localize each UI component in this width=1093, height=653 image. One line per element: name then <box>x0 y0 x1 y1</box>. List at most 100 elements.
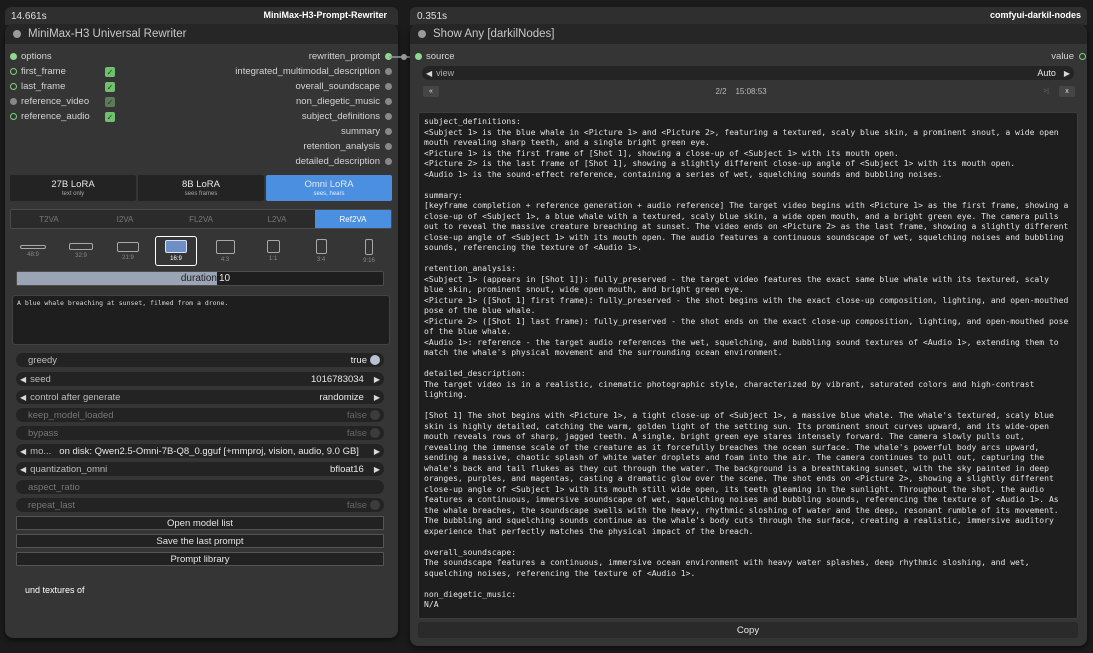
output-port-icon[interactable] <box>385 113 392 120</box>
increment-arrow-icon[interactable]: ▶ <box>374 465 380 474</box>
input-reference-audio[interactable]: reference_audio <box>10 109 90 124</box>
rewriter-timer: 14.661s <box>11 11 47 22</box>
widget-name: repeat_last <box>28 499 76 511</box>
show-any-titlebar[interactable]: Show Any [darkilNodes] <box>410 24 1087 44</box>
timestamp: 15:08:53 <box>735 86 767 96</box>
quantization-omni-combo[interactable]: ◀ quantization_omni bfloat16 ▶ <box>16 462 384 476</box>
rewriter-title: MiniMax-H3 Universal Rewriter <box>28 28 187 40</box>
increment-arrow-icon[interactable]: ▶ <box>374 375 380 384</box>
increment-arrow-icon[interactable]: ▶ <box>374 393 380 402</box>
input-label: first_frame <box>21 66 66 77</box>
close-button[interactable]: x <box>1059 85 1075 97</box>
output-non-diegetic-music[interactable]: non_diegetic_music <box>296 94 392 109</box>
output-integrated-multimodal[interactable]: integrated_multimodal_description <box>235 64 392 79</box>
collapse-dot-icon[interactable] <box>13 30 21 38</box>
input-port-icon[interactable] <box>10 83 17 90</box>
output-subject-definitions[interactable]: subject_definitions <box>302 109 392 124</box>
aspect-32-9[interactable]: 32:9 <box>60 236 102 266</box>
mode-l2va[interactable]: L2VA <box>239 210 315 228</box>
decrement-arrow-icon[interactable]: ◀ <box>20 465 26 474</box>
tab-omni-lora[interactable]: Omni LoRA sees, hears <box>266 175 392 201</box>
output-port-icon[interactable] <box>385 83 392 90</box>
input-last-frame[interactable]: last_frame <box>10 79 65 94</box>
aspect-label: 32:9 <box>75 253 87 259</box>
output-retention-analysis[interactable]: retention_analysis <box>303 139 392 154</box>
increment-arrow-icon[interactable]: ▶ <box>374 447 380 456</box>
aspect-4-3[interactable]: 4:3 <box>204 236 246 266</box>
aspect-label: 4:3 <box>220 256 230 263</box>
reference-audio-checkbox[interactable]: ✓ <box>105 112 115 122</box>
input-first-frame[interactable]: first_frame <box>10 64 66 79</box>
keep-model-loaded-toggle[interactable]: keep_model_loaded false <box>16 408 384 422</box>
widget-name: keep_model_loaded <box>28 409 114 421</box>
decrement-arrow-icon[interactable]: ◀ <box>20 447 26 456</box>
input-port-icon[interactable] <box>10 68 17 75</box>
toggle-off-icon <box>370 500 380 510</box>
prev-button[interactable]: « <box>423 85 439 97</box>
aspect-9-16[interactable]: 9:16 <box>348 236 390 266</box>
output-port-icon[interactable] <box>1079 53 1086 60</box>
view-combo[interactable]: ◀ view Auto ▶ <box>422 66 1074 80</box>
save-last-prompt-button[interactable]: Save the last prompt <box>16 534 384 548</box>
output-port-icon[interactable] <box>385 68 392 75</box>
output-detailed-description[interactable]: detailed_description <box>295 154 392 169</box>
tab-sublabel: text only <box>61 191 85 197</box>
output-label: non_diegetic_music <box>296 96 380 107</box>
aspect-3-4[interactable]: 3:4 <box>300 236 342 266</box>
last-button[interactable]: >| <box>1043 88 1049 95</box>
input-port-icon[interactable] <box>415 53 422 60</box>
repeat-last-toggle[interactable]: repeat_last false <box>16 498 384 512</box>
prompt-library-button[interactable]: Prompt library <box>16 552 384 566</box>
duration-slider[interactable]: duration 10 <box>16 271 384 286</box>
rewriter-titlebar[interactable]: MiniMax-H3 Universal Rewriter <box>5 24 398 44</box>
open-model-list-button[interactable]: Open model list <box>16 516 384 530</box>
decrement-arrow-icon[interactable]: ◀ <box>20 375 26 384</box>
mode-ref2va[interactable]: Ref2VA <box>315 210 391 228</box>
last-frame-checkbox[interactable]: ✓ <box>105 82 115 92</box>
output-overall-soundscape[interactable]: overall_soundscape <box>295 79 392 94</box>
output-value[interactable]: value <box>1051 49 1086 64</box>
toggle-off-icon <box>370 410 380 420</box>
output-port-icon[interactable] <box>385 143 392 150</box>
input-port-icon[interactable] <box>10 98 17 105</box>
mode-t2va[interactable]: T2VA <box>11 210 87 228</box>
mode-i2va[interactable]: I2VA <box>87 210 163 228</box>
bypass-toggle[interactable]: bypass false <box>16 426 384 440</box>
input-options[interactable]: options <box>10 49 52 64</box>
input-reference-video[interactable]: reference_video <box>10 94 89 109</box>
aspect-48-9[interactable]: 48:9 <box>12 236 54 266</box>
prompt-textarea[interactable]: A blue whale breaching at sunset, filmed… <box>12 295 390 345</box>
aspect-1-1[interactable]: 1:1 <box>252 236 294 266</box>
collapse-dot-icon[interactable] <box>418 30 426 38</box>
output-port-icon[interactable] <box>385 128 392 135</box>
aspect-ratio-field[interactable]: aspect_ratio <box>16 480 384 494</box>
output-port-icon[interactable] <box>385 158 392 165</box>
output-port-icon[interactable] <box>385 98 392 105</box>
first-frame-checkbox[interactable]: ✓ <box>105 67 115 77</box>
widget-value: 1016783034 <box>311 373 364 385</box>
tab-27b-lora[interactable]: 27B LoRA text only <box>10 175 136 201</box>
input-source[interactable]: source <box>415 49 455 64</box>
control-after-generate-combo[interactable]: ◀ control after generate randomize ▶ <box>16 390 384 404</box>
reference-video-checkbox[interactable]: ✓ <box>105 97 115 107</box>
duration-label: duration <box>180 273 217 284</box>
copy-button[interactable]: Copy <box>418 622 1078 638</box>
input-port-icon[interactable] <box>10 53 17 60</box>
greedy-toggle[interactable]: greedy true <box>16 353 384 367</box>
output-summary[interactable]: summary <box>341 124 392 139</box>
aspect-label: 48:9 <box>27 251 39 258</box>
input-port-icon[interactable] <box>10 113 17 120</box>
widget-name: seed <box>30 373 51 385</box>
seed-field[interactable]: ◀ seed 1016783034 ▶ <box>16 372 384 386</box>
aspect-21-9[interactable]: 21:9 <box>107 236 149 266</box>
increment-arrow-icon[interactable]: ▶ <box>1064 69 1070 78</box>
aspect-16-9[interactable]: 16:9 <box>155 236 197 266</box>
decrement-arrow-icon[interactable]: ◀ <box>426 69 432 78</box>
output-label: summary <box>340 126 380 137</box>
output-display[interactable]: subject_definitions: <Subject 1> is the … <box>418 112 1078 619</box>
model-combo[interactable]: ◀ mo... on disk: Qwen2.5-Omni-7B-Q8_0.gg… <box>16 444 384 458</box>
mode-fl2va[interactable]: FL2VA <box>163 210 239 228</box>
tab-8b-lora[interactable]: 8B LoRA sees frames <box>138 175 264 201</box>
decrement-arrow-icon[interactable]: ◀ <box>20 393 26 402</box>
output-rewritten-prompt[interactable]: rewritten_prompt <box>309 49 392 64</box>
